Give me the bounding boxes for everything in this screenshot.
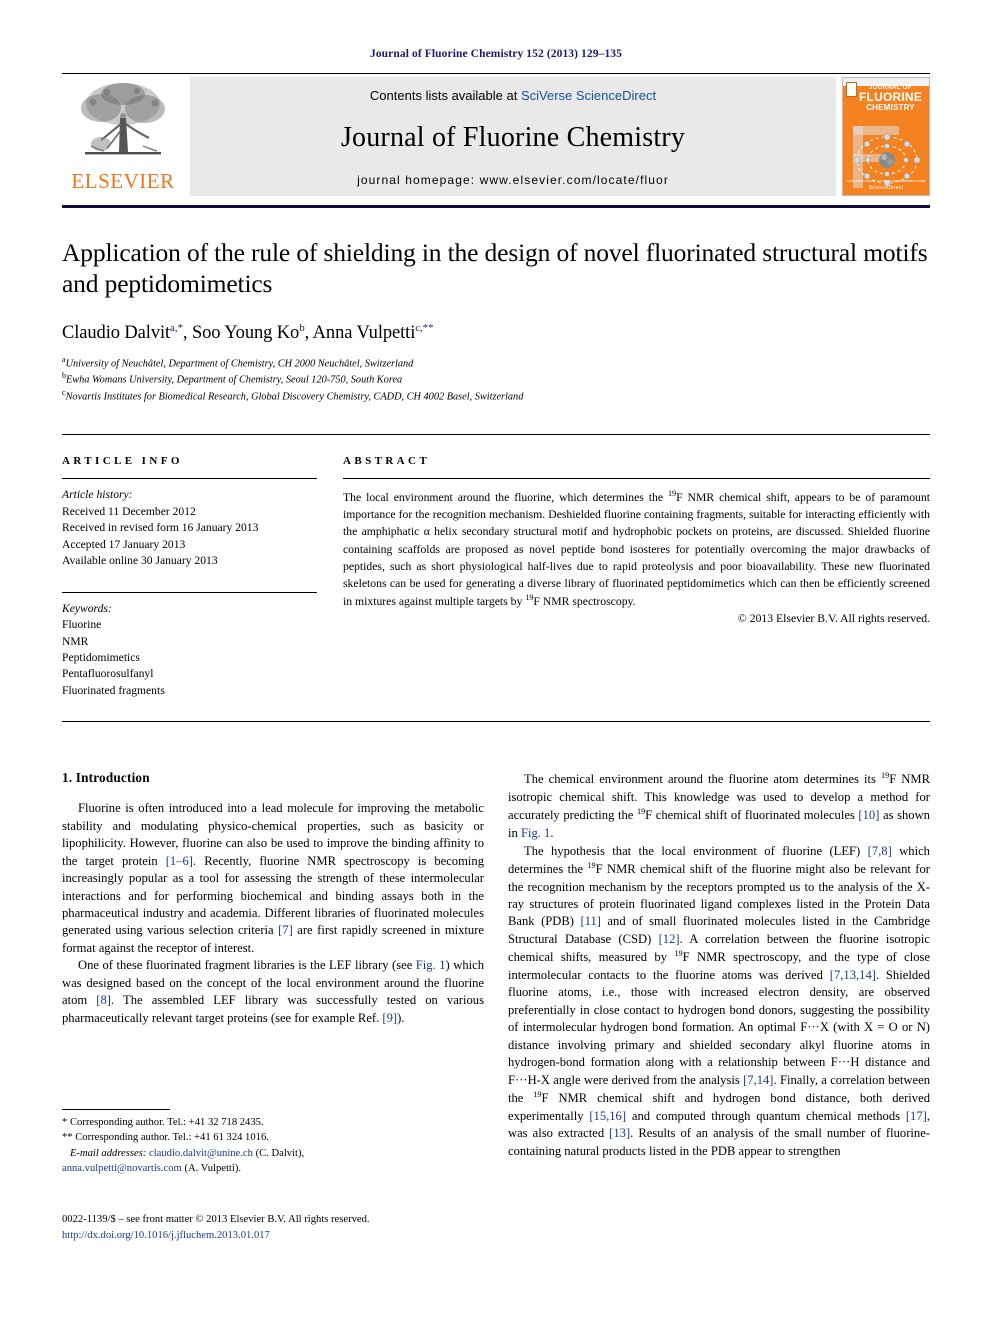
elsevier-logo: ELSEVIER: [62, 74, 184, 202]
abstract-bottom-rule: [62, 721, 930, 723]
article-history-item: Available online 30 January 2013: [62, 554, 218, 568]
affiliation-item: bEwha Womans University, Department of C…: [62, 371, 930, 388]
paragraph: The hypothesis that the local environmen…: [508, 843, 930, 1158]
journal-article-page: Journal of Fluorine Chemistry 152 (2013)…: [0, 0, 992, 1323]
footnote-corresponding-1: * Corresponding author. Tel.: +41 32 718…: [62, 1117, 264, 1128]
article-history-item: Received in revised form 16 January 2013: [62, 521, 259, 535]
footnote-rule: [62, 1109, 170, 1110]
page-title: Application of the rule of shielding in …: [62, 238, 928, 298]
body-column-right: The chemical environment around the fluo…: [508, 770, 930, 1160]
body-columns: 1. Introduction Fluorine is often introd…: [62, 770, 930, 1160]
body-column-left: 1. Introduction Fluorine is often introd…: [62, 770, 484, 1160]
cover-title-line3: CHEMISTRY: [866, 103, 915, 113]
issn-line: 0022-1139/$ – see front matter © 2013 El…: [62, 1214, 370, 1225]
article-history-heading: Article history:: [62, 488, 133, 502]
cover-title: JOURNAL OF FLUORINE CHEMISTRY: [856, 85, 925, 113]
abstract-rule: [343, 478, 930, 480]
affiliation-item: aUniversity of Neuchâtel, Department of …: [62, 355, 930, 372]
footnote-corresponding-2: ** Corresponding author. Tel.: +41 61 32…: [62, 1132, 269, 1144]
imprint-block: 0022-1139/$ – see front matter © 2013 El…: [62, 1212, 562, 1244]
journal-title: Journal of Fluorine Chemistry: [340, 122, 686, 153]
article-info-column: ARTICLE INFO Article history: Received 1…: [62, 455, 317, 699]
abstract-column: ABSTRACT The local environment around th…: [343, 455, 930, 699]
keywords-heading: Keywords:: [62, 601, 112, 615]
affiliation-text: University of Neuchâtel, Department of C…: [65, 358, 414, 370]
email-label: E-mail addresses:: [69, 1147, 147, 1159]
contents-prefix: Contents lists available at: [369, 88, 521, 103]
title-block: Application of the rule of shielding in …: [62, 208, 930, 404]
email-owner-2: (A. Vulpetti).: [184, 1163, 241, 1175]
article-history-item: Received 11 December 2012: [62, 504, 196, 518]
cover-footer-line2: ScienceDirect: [868, 185, 904, 191]
author-list: Claudio Dalvita,*, Soo Young Kob, Anna V…: [62, 321, 434, 343]
keyword-item: NMR: [62, 634, 89, 648]
contents-available-line: Contents lists available at SciVerse Sci…: [370, 88, 656, 103]
journal-homepage-line[interactable]: journal homepage: www.elsevier.com/locat…: [357, 173, 669, 187]
masthead-center-panel: Contents lists available at SciVerse Sci…: [190, 77, 836, 196]
footnote-emails: E-mail addresses: claudio.dalvit@unine.c…: [62, 1146, 484, 1161]
affiliation-item: cNovartis Institutes for Biomedical Rese…: [62, 388, 930, 405]
running-head: Journal of Fluorine Chemistry 152 (2013)…: [369, 48, 623, 60]
journal-cover-thumbnail[interactable]: JOURNAL OF FLUORINE CHEMISTRY ᴀᴠᴀɪʟᴀʙʟᴇ …: [842, 77, 930, 196]
email-link-1[interactable]: claudio.dalvit@unine.ch: [149, 1148, 253, 1159]
keyword-item: Pentafluorosulfanyl: [62, 667, 154, 681]
email-owner-1: (C. Dalvit),: [255, 1147, 305, 1159]
sciencedirect-link[interactable]: SciVerse ScienceDirect: [521, 88, 656, 103]
affiliation-list: aUniversity of Neuchâtel, Department of …: [62, 355, 930, 405]
keyword-item: Fluorinated fragments: [62, 683, 165, 697]
article-history-item: Accepted 17 January 2013: [62, 537, 186, 551]
article-history: Article history: Received 11 December 20…: [62, 487, 317, 569]
info-abstract-section: ARTICLE INFO Article history: Received 1…: [62, 434, 930, 699]
abstract-text: The local environment around the fluorin…: [343, 489, 930, 608]
abstract-label: ABSTRACT: [343, 455, 431, 468]
affiliation-text: Novartis Institutes for Biomedical Resea…: [65, 391, 524, 403]
paragraph: Fluorine is often introduced into a lead…: [62, 801, 484, 955]
paragraph: One of these fluorinated fragment librar…: [62, 958, 484, 1025]
keyword-item: Fluorine: [62, 618, 102, 632]
keywords-block: Keywords: Fluorine NMR Peptidomimetics P…: [62, 591, 317, 700]
keywords-list: Keywords: Fluorine NMR Peptidomimetics P…: [62, 601, 317, 700]
email-link-2[interactable]: anna.vulpetti@novartis.com: [62, 1163, 182, 1174]
article-info-label: ARTICLE INFO: [62, 455, 183, 468]
paragraph: The chemical environment around the fluo…: [508, 771, 930, 841]
keyword-item: Peptidomimetics: [62, 651, 140, 665]
elsevier-tree-icon: [81, 83, 165, 155]
footnote-emails-2: anna.vulpetti@novartis.com (A. Vulpetti)…: [62, 1161, 484, 1176]
affiliation-text: Ewha Womans University, Department of Ch…: [66, 374, 403, 386]
abstract-copyright: © 2013 Elsevier B.V. All rights reserved…: [737, 611, 930, 625]
footnotes-block: * Corresponding author. Tel.: +41 32 718…: [62, 1109, 484, 1176]
keywords-rule: [62, 591, 317, 593]
doi-link[interactable]: http://dx.doi.org/10.1016/j.jfluchem.201…: [62, 1228, 562, 1244]
cover-footer: ᴀᴠᴀɪʟᴀʙʟᴇ ᴏɴʟɪɴᴇ ᴀᴛ ᴡᴡᴡ.sᴄɪᴇɴᴄᴇᴅɪʀᴇᴄᴛ.ᴄᴏ…: [843, 178, 929, 192]
journal-masthead: ELSEVIER Contents lists available at Sci…: [62, 73, 930, 202]
elsevier-wordmark: ELSEVIER: [71, 169, 175, 193]
section-heading-introduction: 1. Introduction: [62, 770, 150, 786]
article-info-rule: [62, 478, 317, 480]
